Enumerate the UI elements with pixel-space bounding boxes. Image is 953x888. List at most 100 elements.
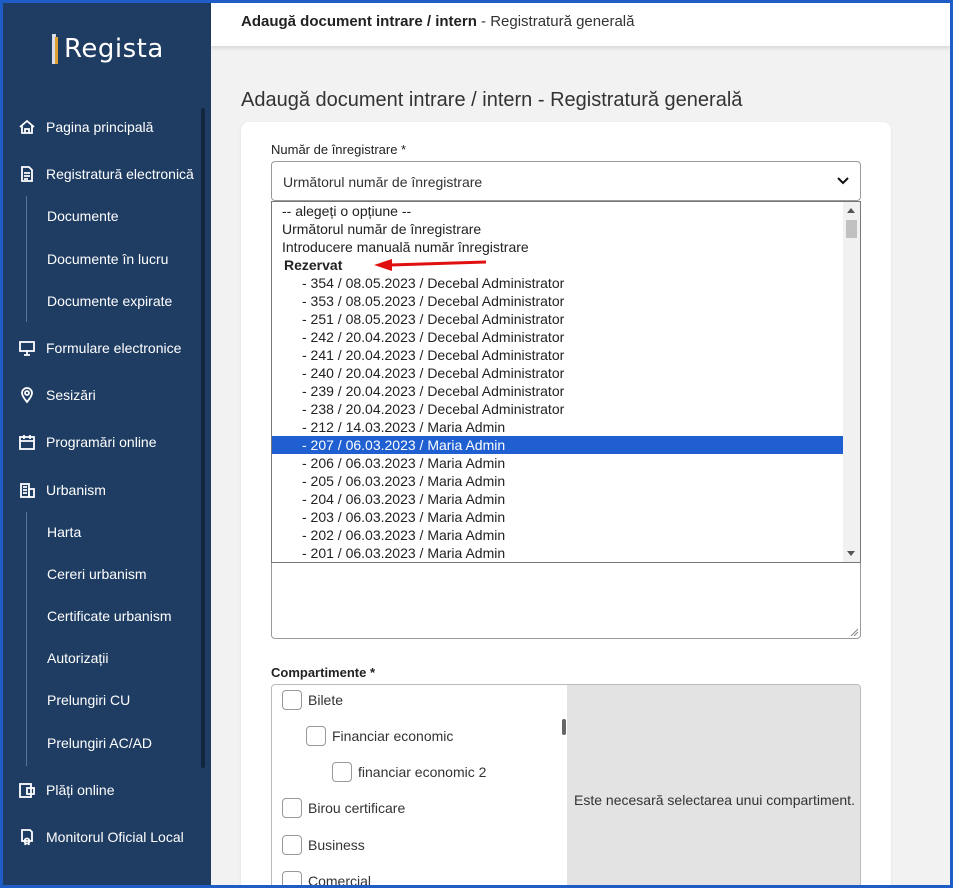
submenu-line xyxy=(26,512,27,766)
optgroup-rezervat: Rezervat xyxy=(284,257,343,273)
page-title: Adaugă document intrare / intern - Regis… xyxy=(241,89,743,111)
chevron-down-icon xyxy=(837,177,849,185)
sidebar-item-autorizatii[interactable]: Autorizații xyxy=(47,650,108,666)
document-icon xyxy=(21,166,33,182)
option-reserved[interactable]: - 353 / 08.05.2023 / Decebal Administrat… xyxy=(272,292,843,310)
checkbox-icon[interactable] xyxy=(282,835,302,855)
sidebar-item-label: Programări online xyxy=(46,434,157,450)
checkbox-icon[interactable] xyxy=(282,798,302,818)
compartimente-scrollbar[interactable] xyxy=(562,719,566,735)
sidebar-item-documente-expirate[interactable]: Documente expirate xyxy=(47,293,172,309)
option-reserved[interactable]: - 242 / 20.04.2023 / Decebal Administrat… xyxy=(272,328,843,346)
sidebar-item-monitorul-oficial[interactable]: Monitorul Oficial Local xyxy=(18,828,184,846)
sidebar-item-label: Formulare electronice xyxy=(46,340,182,356)
numar-textarea[interactable] xyxy=(271,560,861,639)
option-reserved[interactable]: - 201 / 06.03.2023 / Maria Admin xyxy=(272,544,843,562)
option-reserved[interactable]: - 204 / 06.03.2023 / Maria Admin xyxy=(272,490,843,508)
option-reserved[interactable]: - 354 / 08.05.2023 / Decebal Administrat… xyxy=(272,274,843,292)
checkbox-icon[interactable] xyxy=(332,762,352,782)
certificate-icon xyxy=(21,829,33,846)
compartimente-label: Compartimente * xyxy=(271,665,376,680)
calendar-icon xyxy=(19,435,35,450)
compartiment-checkbox[interactable]: Bilete xyxy=(282,690,343,710)
sidebar-item-plati-online[interactable]: Plăți online xyxy=(18,781,115,799)
resize-grip-icon[interactable] xyxy=(850,628,858,636)
sidebar-item-programari[interactable]: Programări online xyxy=(18,433,157,451)
sidebar-item-sesizari[interactable]: Sesizări xyxy=(18,386,96,404)
sidebar-item-certificate-urbanism[interactable]: Certificate urbanism xyxy=(47,608,172,624)
compartiment-label: financiar economic 2 xyxy=(358,764,487,780)
home-icon xyxy=(19,119,35,134)
option-reserved[interactable]: - 203 / 06.03.2023 / Maria Admin xyxy=(272,508,843,526)
checkbox-icon[interactable] xyxy=(306,726,326,746)
sidebar-item-label: Registratură electronică xyxy=(46,166,194,182)
breadcrumb-current: Adaugă document intrare / intern xyxy=(241,13,477,30)
option-urmatorul[interactable]: Următorul număr de înregistrare xyxy=(272,220,843,238)
sidebar-item-pagina-principala[interactable]: Pagina principală xyxy=(18,118,153,136)
select-value: Următorul număr de înregistrare xyxy=(283,174,483,190)
compartiment-checkbox[interactable]: Business xyxy=(282,835,365,855)
option-reserved[interactable]: - 202 / 06.03.2023 / Maria Admin xyxy=(272,526,843,544)
logo-text: Regista xyxy=(64,34,164,64)
compartiment-label: Birou certificare xyxy=(308,800,406,816)
scroll-thumb[interactable] xyxy=(846,220,857,238)
checkbox-icon[interactable] xyxy=(282,690,302,710)
sidebar-item-cereri-urbanism[interactable]: Cereri urbanism xyxy=(47,566,147,582)
scroll-up-icon[interactable] xyxy=(847,208,855,213)
sidebar-scrollbar[interactable] xyxy=(201,108,205,768)
compartiment-checkbox[interactable]: Financiar economic xyxy=(306,726,453,746)
sidebar-item-label: Monitorul Oficial Local xyxy=(46,829,184,845)
compartiment-checkbox[interactable]: financiar economic 2 xyxy=(332,762,486,782)
compartiment-label: Bilete xyxy=(308,692,344,708)
sidebar-item-harta[interactable]: Harta xyxy=(47,524,81,540)
building-icon xyxy=(20,483,35,498)
compartiment-checkbox[interactable]: Birou certificare xyxy=(282,798,405,818)
option-reserved[interactable]: - 240 / 20.04.2023 / Decebal Administrat… xyxy=(272,364,843,382)
dropdown-scrollbar[interactable] xyxy=(843,202,860,562)
payment-icon xyxy=(19,783,35,798)
compartiment-label: Business xyxy=(308,837,365,853)
scroll-down-icon[interactable] xyxy=(847,551,855,556)
sidebar-item-documente-in-lucru[interactable]: Documente în lucru xyxy=(47,251,168,267)
breadcrumb-section: - Registratură generală xyxy=(476,13,635,30)
compartiment-message: Este necesară selectarea unui compartime… xyxy=(574,792,855,808)
sidebar-item-prelungiri-cu[interactable]: Prelungiri CU xyxy=(47,692,130,708)
compartimente-picker: Bilete Financiar economic financiar econ… xyxy=(271,684,861,888)
option-reserved-selected[interactable]: - 207 / 06.03.2023 / Maria Admin xyxy=(272,436,843,454)
app-logo[interactable]: Regista xyxy=(52,34,164,64)
option-placeholder[interactable]: -- alegeți o opțiune -- xyxy=(272,202,843,220)
compartiment-checkbox[interactable]: Comercial xyxy=(282,871,371,888)
map-pin-icon xyxy=(21,387,33,404)
option-reserved[interactable]: - 238 / 20.04.2023 / Decebal Administrat… xyxy=(272,400,843,418)
option-reserved[interactable]: - 239 / 20.04.2023 / Decebal Administrat… xyxy=(272,382,843,400)
compartiment-label: Financiar economic xyxy=(332,728,454,744)
numar-inregistrare-select[interactable]: Următorul număr de înregistrare xyxy=(271,161,861,201)
sidebar-item-urbanism[interactable]: Urbanism xyxy=(18,481,106,499)
sidebar-item-formulare[interactable]: Formulare electronice xyxy=(18,339,181,357)
logo-mark-icon xyxy=(52,34,62,64)
numar-inregistrare-label: Număr de înregistrare * xyxy=(271,142,407,157)
option-reserved[interactable]: - 212 / 14.03.2023 / Maria Admin xyxy=(272,418,843,436)
sidebar-item-label: Pagina principală xyxy=(46,119,154,135)
breadcrumb: Adaugă document intrare / intern - Regis… xyxy=(241,13,634,30)
compartiment-label: Comercial xyxy=(308,873,372,888)
sidebar-item-registratura[interactable]: Registratură electronică xyxy=(18,165,194,183)
monitor-icon xyxy=(19,341,35,356)
option-reserved[interactable]: - 251 / 08.05.2023 / Decebal Administrat… xyxy=(272,310,843,328)
top-bar: Adaugă document intrare / intern - Regis… xyxy=(211,0,950,46)
option-reserved[interactable]: - 206 / 06.03.2023 / Maria Admin xyxy=(272,454,843,472)
numar-inregistrare-dropdown[interactable]: -- alegeți o opțiune -- Următorul număr … xyxy=(271,201,861,563)
option-manual[interactable]: Introducere manuală număr înregistrare xyxy=(272,238,843,256)
red-arrow-icon xyxy=(374,259,487,271)
option-reserved[interactable]: - 205 / 06.03.2023 / Maria Admin xyxy=(272,472,843,490)
sidebar-item-label: Sesizări xyxy=(46,387,96,403)
sidebar-item-label: Plăți online xyxy=(46,782,115,798)
sidebar: Regista Pagina principală Registratură e… xyxy=(0,0,211,888)
sidebar-item-label: Urbanism xyxy=(46,482,106,498)
submenu-line xyxy=(26,196,27,322)
compartiment-info-panel: Este necesară selectarea unui compartime… xyxy=(567,685,860,888)
checkbox-icon[interactable] xyxy=(282,871,302,888)
option-reserved[interactable]: - 241 / 20.04.2023 / Decebal Administrat… xyxy=(272,346,843,364)
sidebar-item-prelungiri-ac-ad[interactable]: Prelungiri AC/AD xyxy=(47,735,152,751)
sidebar-item-documente[interactable]: Documente xyxy=(47,208,119,224)
